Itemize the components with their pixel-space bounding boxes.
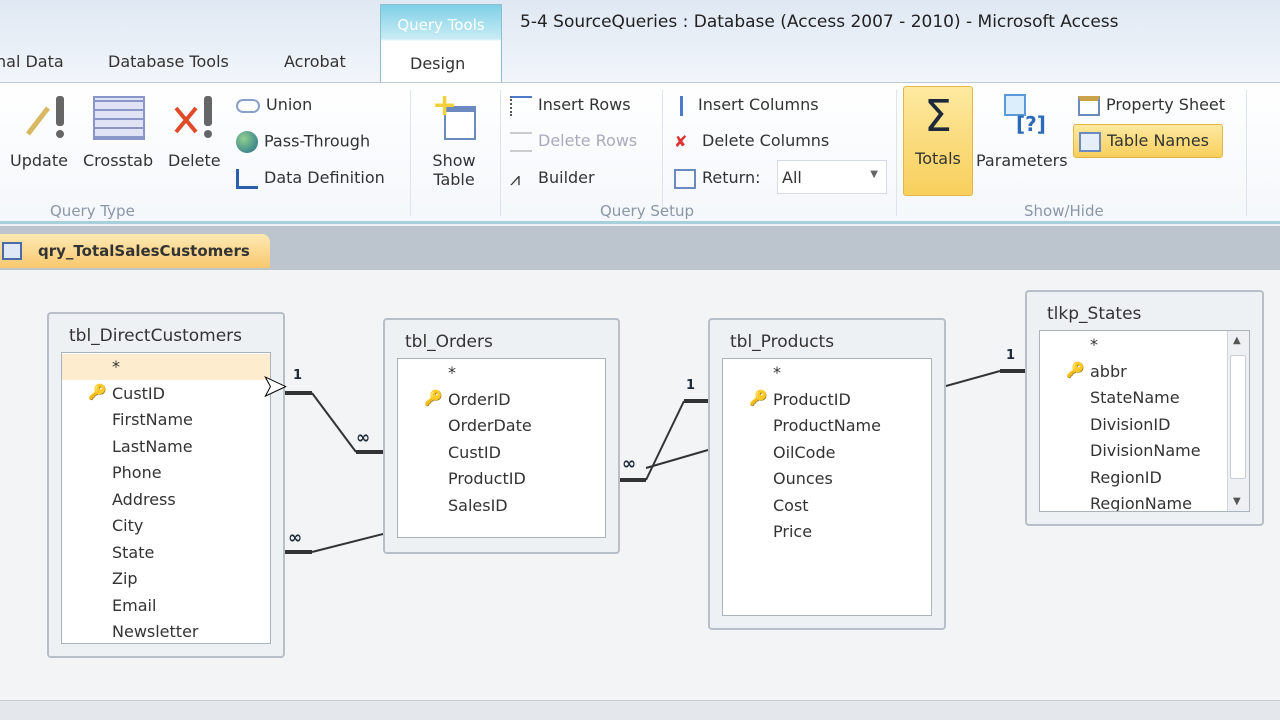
table-title: tbl_Orders bbox=[405, 332, 493, 352]
field-item[interactable]: RegionName bbox=[1090, 494, 1192, 511]
scroll-up-icon[interactable]: ▲ bbox=[1233, 335, 1241, 346]
relationship-line[interactable] bbox=[311, 392, 357, 453]
primary-key-icon: 🔑 bbox=[749, 389, 768, 407]
field-item[interactable]: State bbox=[112, 543, 154, 562]
scrollbar-thumb[interactable] bbox=[1230, 355, 1246, 479]
field-item[interactable]: * bbox=[1090, 335, 1098, 354]
table-title: tbl_Products bbox=[730, 332, 835, 352]
table-title: tbl_DirectCustomers bbox=[69, 326, 243, 346]
field-item[interactable]: abbr bbox=[1090, 362, 1127, 381]
one-marker: 1 bbox=[1006, 348, 1016, 363]
field-item[interactable]: * bbox=[448, 363, 456, 382]
field-item[interactable]: * bbox=[112, 357, 120, 376]
field-item[interactable]: Price bbox=[773, 522, 812, 541]
table-tbl-directcustomers[interactable]: tbl_DirectCustomers * 🔑 CustID FirstName… bbox=[47, 312, 285, 658]
table-tbl-products[interactable]: tbl_Products * 🔑 ProductID ProductName O… bbox=[708, 318, 946, 630]
relationship-line[interactable] bbox=[311, 533, 384, 553]
field-item[interactable]: SalesID bbox=[448, 496, 508, 515]
field-item[interactable]: Address bbox=[112, 490, 176, 509]
field-item[interactable]: Ounces bbox=[773, 469, 833, 488]
many-marker: ∞ bbox=[288, 528, 303, 548]
field-item[interactable]: * bbox=[773, 363, 781, 382]
relationship-line[interactable] bbox=[945, 370, 1001, 387]
scroll-down-icon[interactable]: ▼ bbox=[1233, 496, 1241, 507]
field-list[interactable]: * 🔑 ProductID ProductName OilCode Ounces… bbox=[722, 358, 932, 616]
primary-key-icon: 🔑 bbox=[88, 383, 107, 401]
field-list[interactable]: * 🔑 OrderID OrderDate CustID ProductID S… bbox=[397, 358, 606, 538]
field-item[interactable]: Zip bbox=[112, 569, 138, 588]
field-item[interactable]: CustID bbox=[448, 443, 501, 462]
many-marker: ∞ bbox=[356, 428, 371, 448]
field-list[interactable]: * 🔑 abbr StateName DivisionID DivisionNa… bbox=[1039, 330, 1250, 512]
table-tbl-orders[interactable]: tbl_Orders * 🔑 OrderID OrderDate CustID … bbox=[383, 318, 620, 554]
field-item[interactable]: FirstName bbox=[112, 410, 193, 429]
one-marker: 1 bbox=[293, 368, 303, 383]
field-item[interactable]: OilCode bbox=[773, 443, 835, 462]
field-item[interactable]: OrderID bbox=[448, 390, 511, 409]
field-item[interactable]: LastName bbox=[112, 437, 193, 456]
field-item[interactable]: OrderDate bbox=[448, 416, 532, 435]
mouse-cursor-icon: ➤ bbox=[261, 369, 288, 404]
field-item[interactable]: DivisionID bbox=[1090, 415, 1170, 434]
field-item[interactable]: ProductID bbox=[773, 390, 851, 409]
field-item[interactable]: Phone bbox=[112, 463, 162, 482]
one-marker: 1 bbox=[686, 378, 696, 393]
field-item[interactable]: Email bbox=[112, 596, 156, 615]
table-title: tlkp_States bbox=[1047, 304, 1142, 324]
field-item[interactable]: DivisionName bbox=[1090, 441, 1201, 460]
field-item[interactable]: RegionID bbox=[1090, 468, 1162, 487]
table-tlkp-states[interactable]: tlkp_States * 🔑 abbr StateName DivisionI… bbox=[1025, 290, 1264, 526]
field-item[interactable]: CustID bbox=[112, 384, 165, 403]
selected-row bbox=[62, 354, 270, 380]
primary-key-icon: 🔑 bbox=[424, 389, 443, 407]
relationship-line[interactable] bbox=[645, 400, 685, 481]
field-list[interactable]: * 🔑 CustID FirstName LastName Phone Addr… bbox=[61, 352, 271, 644]
field-item[interactable]: ProductID bbox=[448, 469, 526, 488]
field-item[interactable]: StateName bbox=[1090, 388, 1180, 407]
primary-key-icon: 🔑 bbox=[1066, 361, 1085, 379]
field-item[interactable]: Newsletter bbox=[112, 622, 199, 641]
field-item[interactable]: ProductName bbox=[773, 416, 881, 435]
many-marker: ∞ bbox=[622, 454, 637, 474]
vertical-scrollbar[interactable]: ▲ ▼ bbox=[1227, 331, 1249, 511]
field-item[interactable]: City bbox=[112, 516, 143, 535]
field-item[interactable]: Cost bbox=[773, 496, 809, 515]
horizontal-scrollbar[interactable] bbox=[0, 700, 1280, 720]
